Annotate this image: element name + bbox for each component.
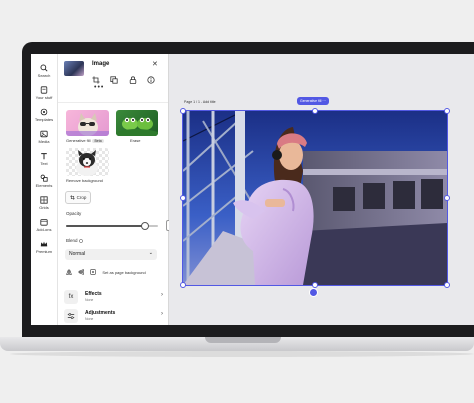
woman-at-train-station-photo — [183, 111, 447, 285]
info-icon[interactable] — [78, 238, 83, 243]
rail-item-premium[interactable]: Premium — [31, 240, 57, 254]
rail-item-templates[interactable]: Templates — [31, 108, 57, 122]
frogs-on-leaves-image — [116, 117, 158, 136]
selected-image-thumbnail — [64, 61, 84, 76]
image-properties-panel: Image ✕ ••• Generative fill Beta Erase R… — [58, 54, 185, 325]
resize-handle-top-right[interactable] — [444, 108, 450, 114]
resize-handle-top[interactable] — [312, 108, 318, 114]
page-label[interactable]: Page 1 / 1 - Add title — [184, 100, 216, 104]
folder-icon — [40, 86, 48, 94]
set-background-icon[interactable] — [90, 269, 96, 276]
rail-item-label: Grids — [39, 205, 49, 210]
media-icon — [40, 130, 48, 138]
left-rail: Search Your stuff Templates Media Text E… — [31, 54, 58, 325]
effects-title: Effects — [85, 291, 102, 297]
rail-item-your-stuff[interactable]: Your stuff — [31, 86, 57, 100]
opacity-slider-fill — [66, 225, 145, 227]
addons-icon — [40, 219, 48, 226]
panel-divider — [58, 102, 168, 103]
beta-badge: Beta — [92, 139, 104, 143]
erase-label: Erase — [130, 138, 141, 143]
flip-and-background-row: Set as page background — [66, 269, 151, 276]
flip-vertical-icon[interactable] — [78, 269, 84, 276]
blend-mode-select[interactable]: Normal ⌄ — [65, 249, 157, 260]
rail-item-label: Your stuff — [35, 95, 53, 100]
rail-item-label: Premium — [35, 249, 52, 254]
rail-item-text[interactable]: Text — [31, 152, 57, 166]
panel-title: Image — [92, 61, 110, 67]
rail-item-search[interactable]: Search — [31, 64, 57, 78]
chevron-down-icon: ⌄ — [148, 250, 153, 256]
crop-tool-icon[interactable] — [92, 71, 100, 84]
more-options-icon[interactable]: ••• — [94, 84, 104, 91]
generative-fill-card[interactable] — [66, 110, 109, 136]
laptop-notch — [205, 337, 281, 343]
cat-with-glasses-image — [66, 113, 109, 136]
effects-icon: fx — [64, 290, 78, 304]
search-icon — [40, 64, 48, 72]
crop-button-label: Crop — [76, 195, 87, 200]
more-icon: ⋯ — [322, 99, 326, 103]
app-screen: Search Your stuff Templates Media Text E… — [31, 54, 474, 325]
flip-horizontal-icon[interactable] — [66, 269, 72, 276]
resize-handle-left[interactable] — [180, 195, 186, 201]
resize-handle-bottom-left[interactable] — [180, 282, 186, 288]
effects-accordion[interactable]: fx Effects None › — [64, 288, 166, 308]
adjustments-icon — [64, 309, 78, 323]
rail-item-grids[interactable]: Grids — [31, 196, 57, 210]
laptop-shadow — [10, 351, 474, 357]
crop-button[interactable]: Crop — [65, 191, 91, 204]
rail-item-elements[interactable]: Elements — [31, 174, 57, 188]
rail-item-label: Elements — [35, 183, 53, 188]
chevron-right-icon: › — [161, 311, 163, 317]
resize-handle-bottom-right[interactable] — [444, 282, 450, 288]
dog-image — [76, 150, 98, 176]
rail-item-label: Templates — [34, 117, 54, 122]
duplicate-icon[interactable] — [110, 71, 119, 84]
blend-mode-value: Normal — [69, 251, 86, 257]
lock-icon[interactable] — [129, 71, 137, 84]
set-as-page-background-link[interactable]: Set as page background — [102, 270, 145, 275]
rail-item-label: Search — [37, 73, 51, 78]
blend-label: Blend — [66, 238, 83, 243]
rail-item-addons[interactable]: Add-ons — [31, 218, 57, 232]
templates-icon — [40, 108, 48, 116]
close-icon[interactable]: ✕ — [152, 60, 158, 68]
generative-fill-label: Generative fill Beta — [66, 138, 104, 143]
remove-background-label: Remove background — [66, 178, 103, 183]
remove-background-card[interactable] — [66, 148, 109, 176]
crown-icon — [40, 241, 48, 247]
crop-icon — [69, 195, 75, 200]
text-icon — [41, 153, 47, 160]
rail-item-label: Text — [40, 161, 48, 166]
erase-card[interactable] — [116, 110, 158, 136]
info-icon[interactable] — [147, 71, 155, 84]
elements-icon — [40, 174, 48, 182]
effects-value: None — [85, 298, 94, 302]
generative-fill-pill[interactable]: Generative fill ⋯ — [297, 97, 329, 105]
opacity-slider[interactable] — [66, 222, 158, 230]
rail-item-media[interactable]: Media — [31, 130, 57, 144]
adjustments-value: None — [85, 317, 94, 321]
rotate-handle[interactable] — [309, 288, 318, 297]
grids-icon — [40, 196, 48, 204]
rail-item-label: Add-ons — [36, 227, 52, 232]
adjustments-accordion[interactable]: Adjustments None › — [64, 307, 166, 325]
canvas-area[interactable]: Page 1 / 1 - Add title Generative fill ⋯ — [169, 54, 474, 325]
selected-photo[interactable] — [182, 110, 448, 286]
adjustments-title: Adjustments — [85, 310, 116, 316]
resize-handle-top-left[interactable] — [180, 108, 186, 114]
opacity-label: Opacity — [66, 211, 82, 216]
chevron-right-icon: › — [161, 292, 163, 298]
rail-item-label: Media — [38, 139, 50, 144]
resize-handle-right[interactable] — [444, 195, 450, 201]
opacity-slider-thumb[interactable] — [141, 222, 150, 230]
